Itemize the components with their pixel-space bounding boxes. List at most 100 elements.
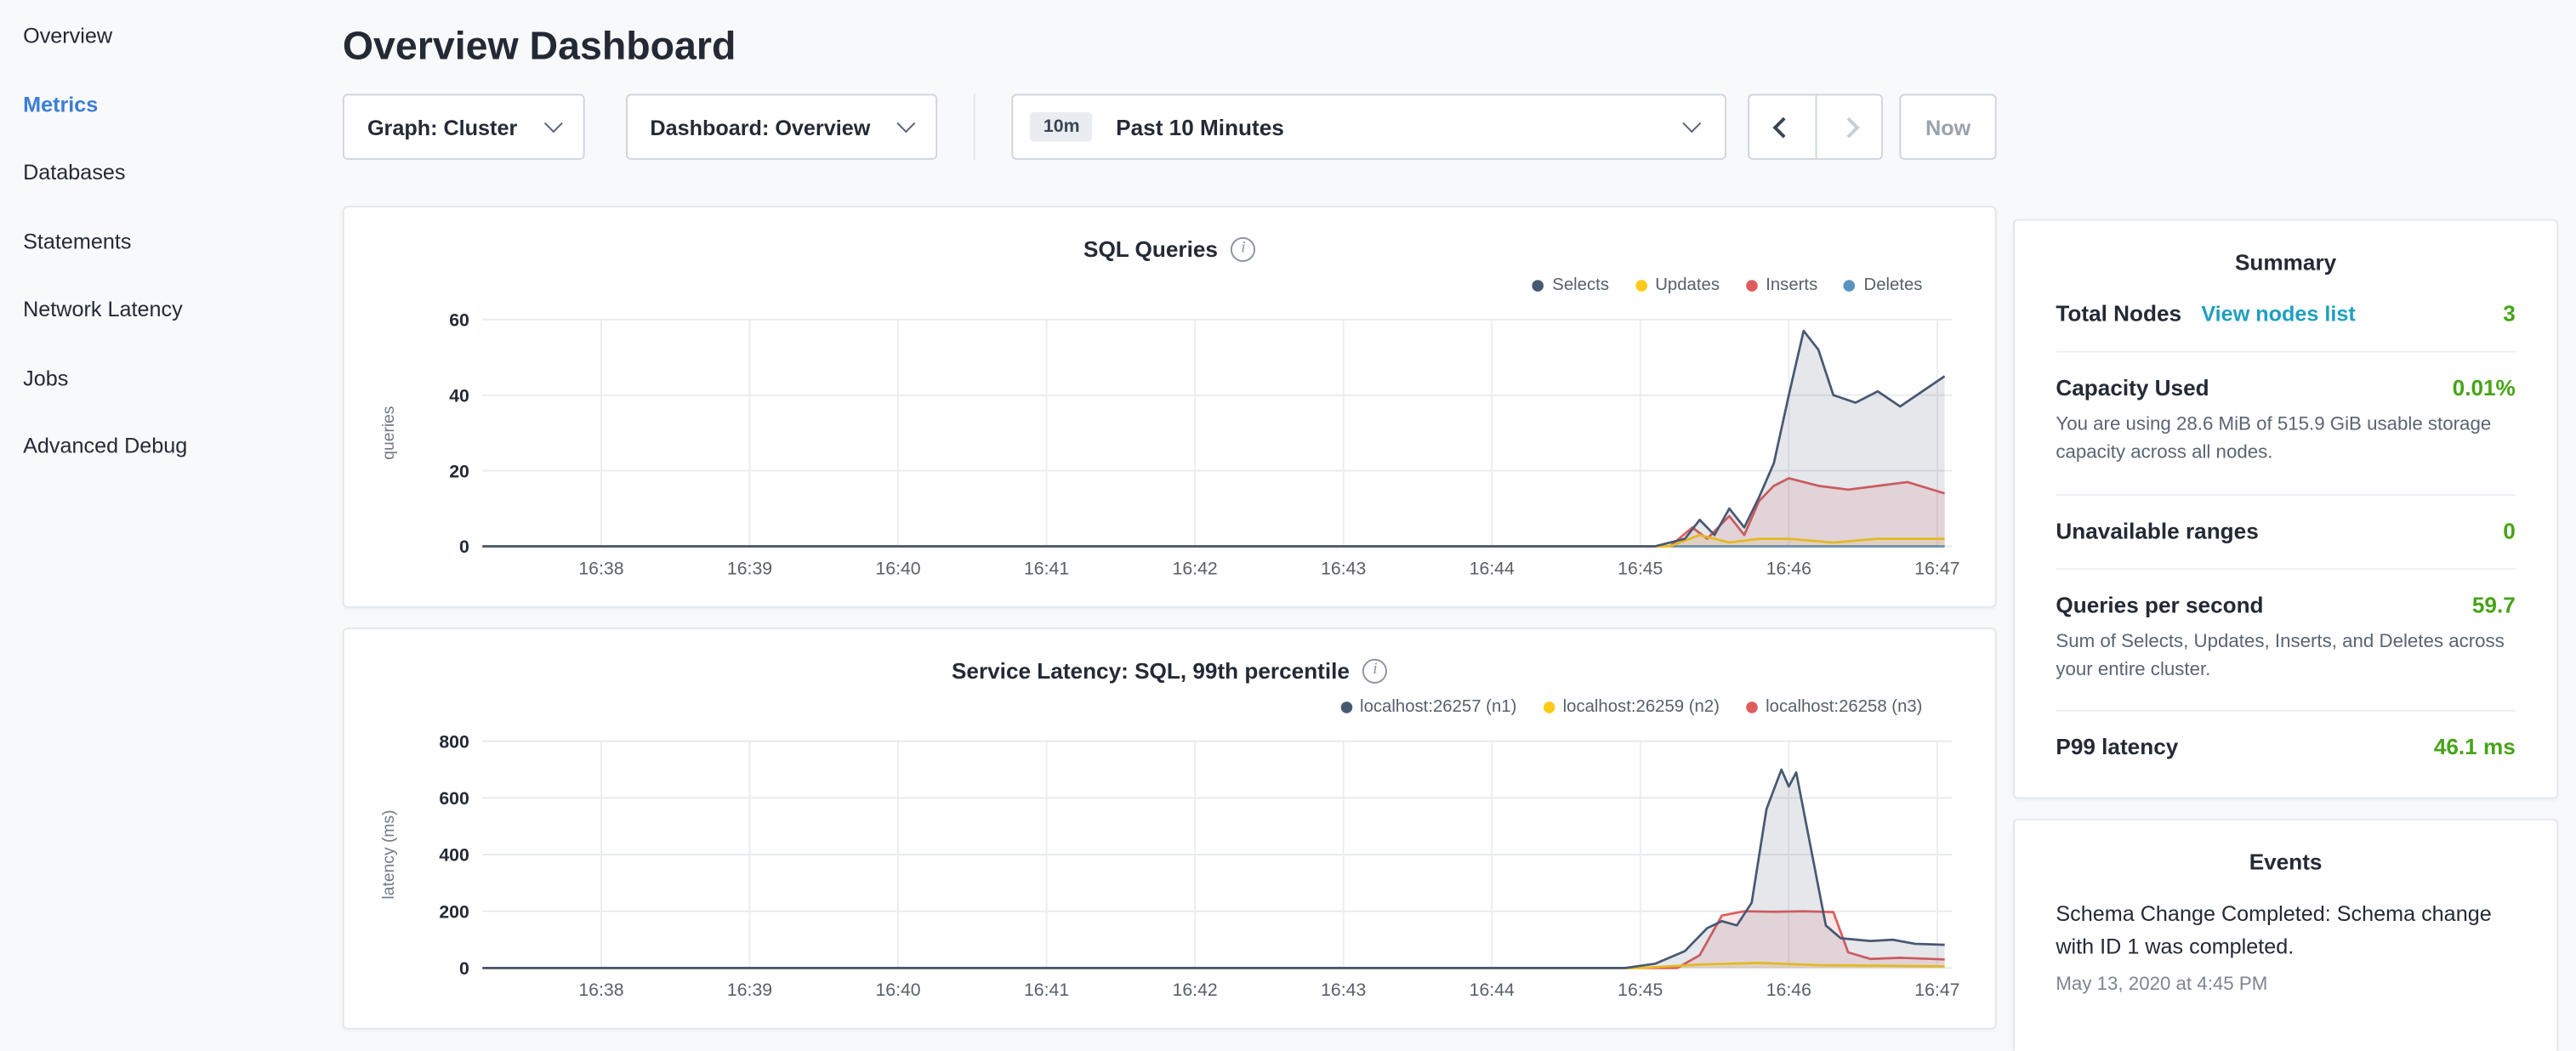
graph-dropdown-label: Graph: Cluster — [367, 115, 517, 139]
chevron-down-icon — [1683, 114, 1702, 133]
svg-text:16:40: 16:40 — [875, 980, 920, 1000]
sidebar-item-network-latency[interactable]: Network Latency — [23, 275, 323, 343]
svg-text:800: 800 — [439, 731, 469, 752]
summary-description: Sum of Selects, Updates, Inserts, and De… — [2056, 628, 2515, 685]
legend-label: localhost:26257 (n1) — [1360, 696, 1516, 716]
sql-queries-chart-panel: SQL Queries i Selects Updates Inserts Delet… — [343, 206, 1997, 608]
legend-item[interactable]: localhost:26257 (n1) — [1340, 696, 1517, 716]
legend-dot-icon — [1340, 701, 1352, 713]
event-text: Schema Change Completed: Schema change w… — [2056, 898, 2515, 964]
event-item[interactable]: Schema Change Completed: Schema change w… — [2056, 891, 2515, 996]
chevron-right-icon — [1839, 116, 1860, 138]
events-panel: Events Schema Change Completed: Schema c… — [2013, 819, 2558, 1051]
summary-row: Queries per second59.7Sum of Selects, Up… — [2056, 567, 2515, 710]
chart-title: Service Latency: SQL, 99th percentile — [952, 658, 1350, 683]
svg-text:60: 60 — [449, 310, 469, 330]
chart-canvas: 020040060080016:3816:3916:4016:4116:4216… — [374, 728, 1965, 1008]
svg-text:0: 0 — [459, 537, 469, 557]
sidebar-item-overview[interactable]: Overview — [23, 2, 323, 70]
summary-row: Capacity Used0.01%You are using 28.6 MiB… — [2056, 351, 2515, 494]
svg-text:16:42: 16:42 — [1173, 558, 1218, 578]
svg-text:latency (ms): latency (ms) — [380, 810, 398, 899]
page-title: Overview Dashboard — [343, 25, 1997, 71]
legend-label: Inserts — [1766, 275, 1817, 294]
dashboard-dropdown-label: Dashboard: Overview — [650, 115, 870, 139]
time-range-label: Past 10 Minutes — [1116, 115, 1284, 139]
svg-text:16:46: 16:46 — [1766, 980, 1811, 1000]
dashboard-dropdown[interactable]: Dashboard: Overview — [625, 94, 938, 159]
legend-item[interactable]: Updates — [1635, 275, 1720, 294]
view-nodes-link[interactable]: View nodes list — [2201, 301, 2355, 326]
chevron-down-icon — [543, 114, 562, 133]
svg-text:16:45: 16:45 — [1618, 980, 1663, 1000]
now-button[interactable]: Now — [1900, 94, 1997, 159]
summary-label: Unavailable ranges — [2056, 518, 2258, 543]
svg-text:16:39: 16:39 — [727, 980, 772, 1000]
summary-label: Total Nodes — [2056, 301, 2181, 326]
summary-value: 59.7 — [2472, 592, 2516, 616]
sidebar-item-metrics[interactable]: Metrics — [23, 70, 323, 138]
legend-item[interactable]: Selects — [1533, 275, 1609, 294]
summary-panel: Summary Total NodesView nodes list3Capac… — [2013, 219, 2558, 799]
time-back-button[interactable] — [1749, 95, 1815, 158]
svg-text:16:42: 16:42 — [1173, 980, 1218, 1000]
legend-item[interactable]: localhost:26258 (n3) — [1746, 696, 1923, 716]
events-title: Events — [2056, 821, 2515, 891]
chart-canvas: 020406016:3816:3916:4016:4116:4216:4316:… — [374, 306, 1965, 586]
legend-dot-icon — [1746, 701, 1758, 713]
legend-item[interactable]: localhost:26259 (n2) — [1543, 696, 1720, 716]
summary-value: 0 — [2503, 518, 2516, 543]
summary-row: Total NodesView nodes list3 — [2056, 292, 2515, 351]
legend-label: Selects — [1552, 275, 1609, 294]
chart-legend: localhost:26257 (n1) localhost:26259 (n2)… — [374, 692, 1965, 722]
right-sidebar: Summary Total NodesView nodes list3Capac… — [2013, 219, 2558, 1051]
chevron-left-icon — [1772, 116, 1794, 138]
time-forward-button[interactable] — [1816, 95, 1881, 158]
service-latency-chart-panel: Service Latency: SQL, 99th percentile i … — [343, 628, 1997, 1030]
summary-value: 46.1 ms — [2434, 735, 2516, 759]
sidebar-item-advanced-debug[interactable]: Advanced Debug — [23, 412, 323, 480]
legend-label: Updates — [1655, 275, 1720, 294]
sidebar-item-statements[interactable]: Statements — [23, 207, 323, 275]
sidebar-item-databases[interactable]: Databases — [23, 139, 323, 207]
svg-text:16:40: 16:40 — [875, 558, 920, 578]
time-range-dropdown[interactable]: 10m Past 10 Minutes — [1012, 94, 1726, 159]
legend-label: Deletes — [1864, 275, 1923, 294]
chart-header: Service Latency: SQL, 99th percentile i — [374, 652, 1965, 689]
info-icon[interactable]: i — [1362, 658, 1387, 683]
svg-text:16:47: 16:47 — [1914, 558, 1959, 578]
legend-dot-icon — [1635, 279, 1647, 291]
summary-title: Summary — [2056, 221, 2515, 292]
legend-item[interactable]: Inserts — [1746, 275, 1817, 294]
time-range-badge: 10m — [1030, 112, 1093, 142]
chart-legend: Selects Updates Inserts Deletes — [374, 270, 1965, 300]
chart-plot: 020040060080016:3816:3916:4016:4116:4216… — [374, 728, 1965, 1008]
legend-item[interactable]: Deletes — [1844, 275, 1922, 294]
svg-text:16:45: 16:45 — [1618, 558, 1663, 578]
summary-value: 0.01% — [2453, 376, 2516, 401]
legend-label: localhost:26258 (n3) — [1766, 696, 1922, 716]
svg-text:16:38: 16:38 — [578, 558, 623, 578]
info-icon[interactable]: i — [1231, 236, 1255, 261]
legend-dot-icon — [1543, 701, 1555, 713]
svg-text:600: 600 — [439, 788, 469, 809]
summary-label: P99 latency — [2056, 735, 2178, 759]
events-list: Schema Change Completed: Schema change w… — [2056, 891, 2515, 996]
svg-text:20: 20 — [449, 461, 469, 481]
app-root: OverviewMetricsDatabasesStatementsNetwor… — [0, 0, 2576, 1051]
sidebar-item-jobs[interactable]: Jobs — [23, 344, 323, 412]
controls-bar: Graph: Cluster Dashboard: Overview 10m P… — [343, 94, 1997, 159]
legend-dot-icon — [1533, 279, 1544, 291]
chart-title: SQL Queries — [1083, 236, 1218, 261]
graph-dropdown[interactable]: Graph: Cluster — [343, 94, 584, 159]
svg-text:queries: queries — [380, 406, 398, 459]
svg-text:16:46: 16:46 — [1766, 558, 1811, 578]
svg-text:200: 200 — [439, 901, 469, 922]
chart-plot: 020406016:3816:3916:4016:4116:4216:4316:… — [374, 306, 1965, 586]
svg-text:16:44: 16:44 — [1470, 558, 1515, 578]
svg-text:16:47: 16:47 — [1914, 980, 1959, 1000]
chevron-down-icon — [897, 114, 916, 133]
controls-divider — [975, 94, 976, 159]
svg-text:0: 0 — [459, 958, 469, 979]
chart-header: SQL Queries i — [374, 230, 1965, 267]
